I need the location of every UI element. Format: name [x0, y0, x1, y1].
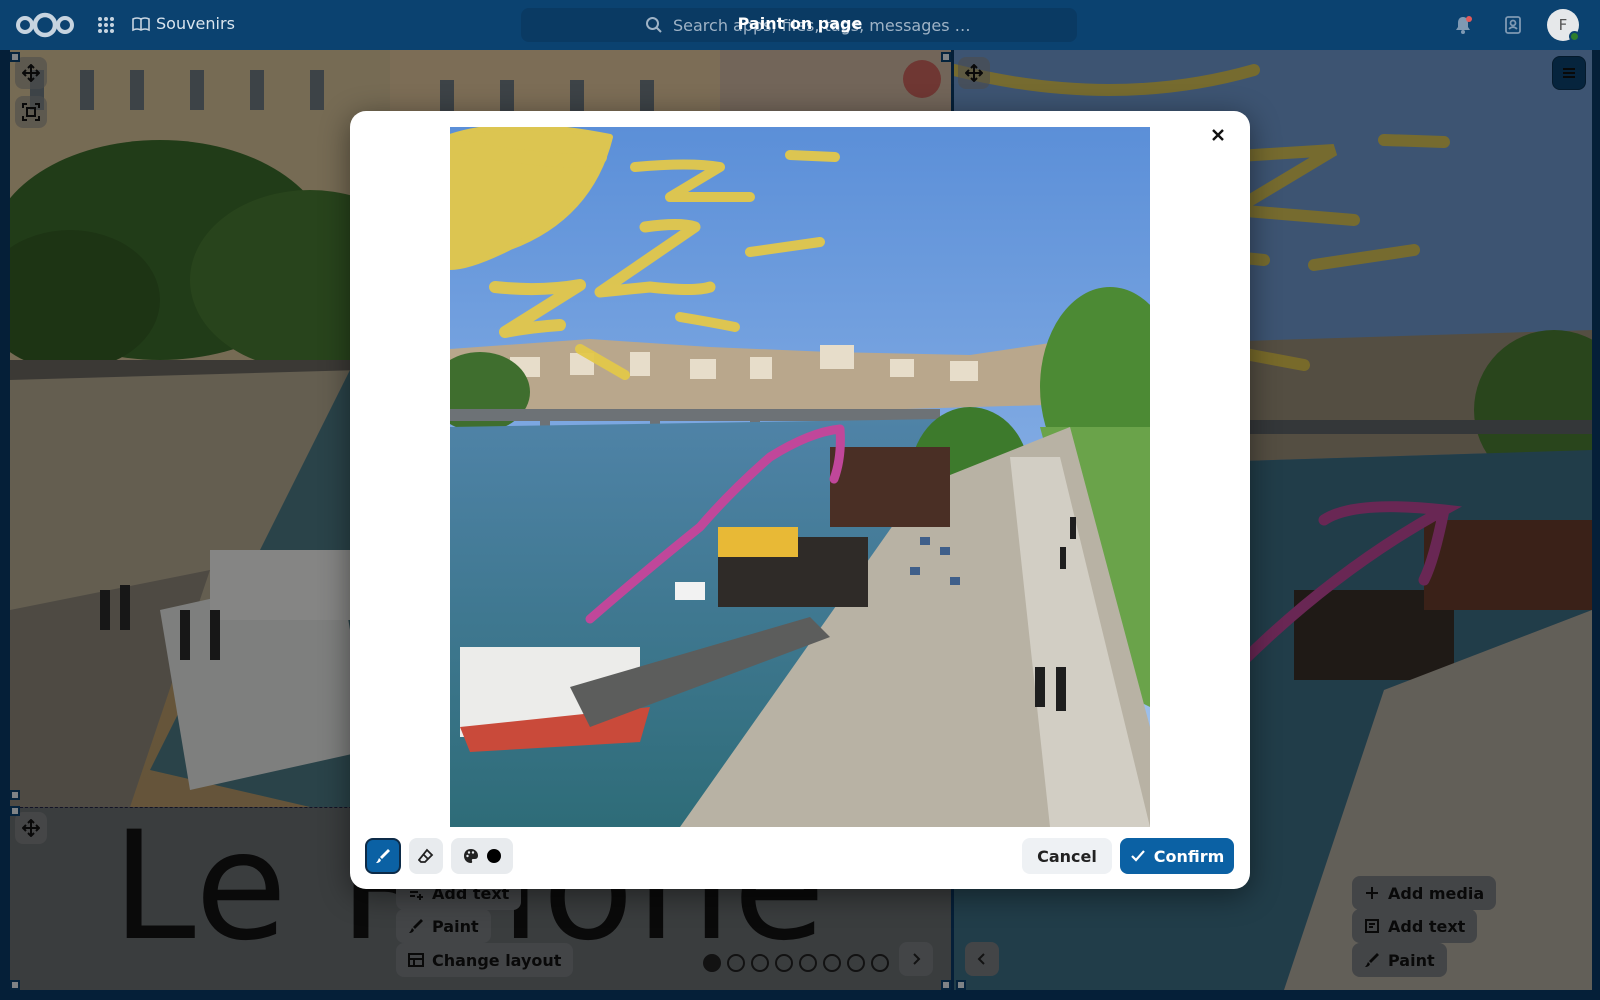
paint-dialog: Cancel Confirm: [350, 111, 1250, 889]
brush-tool-button[interactable]: [365, 838, 401, 874]
confirm-button[interactable]: Confirm: [1120, 838, 1234, 874]
app-menu-icon[interactable]: [96, 15, 116, 35]
palette-icon: [464, 849, 478, 863]
nextcloud-logo[interactable]: [14, 11, 76, 39]
paint-canvas[interactable]: [450, 127, 1150, 827]
contacts-icon[interactable]: [1503, 15, 1523, 35]
cancel-button[interactable]: Cancel: [1022, 838, 1112, 874]
modal-heading: Paint on page: [737, 14, 863, 33]
brush-icon: [376, 849, 390, 863]
eraser-icon: [418, 848, 434, 863]
close-button[interactable]: [1202, 119, 1234, 151]
eraser-tool-button[interactable]: [409, 838, 443, 874]
app-name-label: Souvenirs: [156, 14, 235, 33]
confirm-label: Confirm: [1153, 846, 1225, 866]
notification-badge: [1466, 16, 1472, 22]
checkmark-icon: [1130, 850, 1145, 862]
top-bar: Souvenirs Paint on page F: [0, 0, 1600, 50]
book-icon: [132, 16, 150, 31]
search-icon: [646, 17, 662, 33]
current-color-swatch: [487, 849, 501, 863]
app-name[interactable]: Souvenirs: [132, 14, 235, 33]
color-picker-button[interactable]: [451, 838, 513, 874]
user-status-icon: [1569, 31, 1580, 42]
close-icon: [1212, 129, 1224, 141]
